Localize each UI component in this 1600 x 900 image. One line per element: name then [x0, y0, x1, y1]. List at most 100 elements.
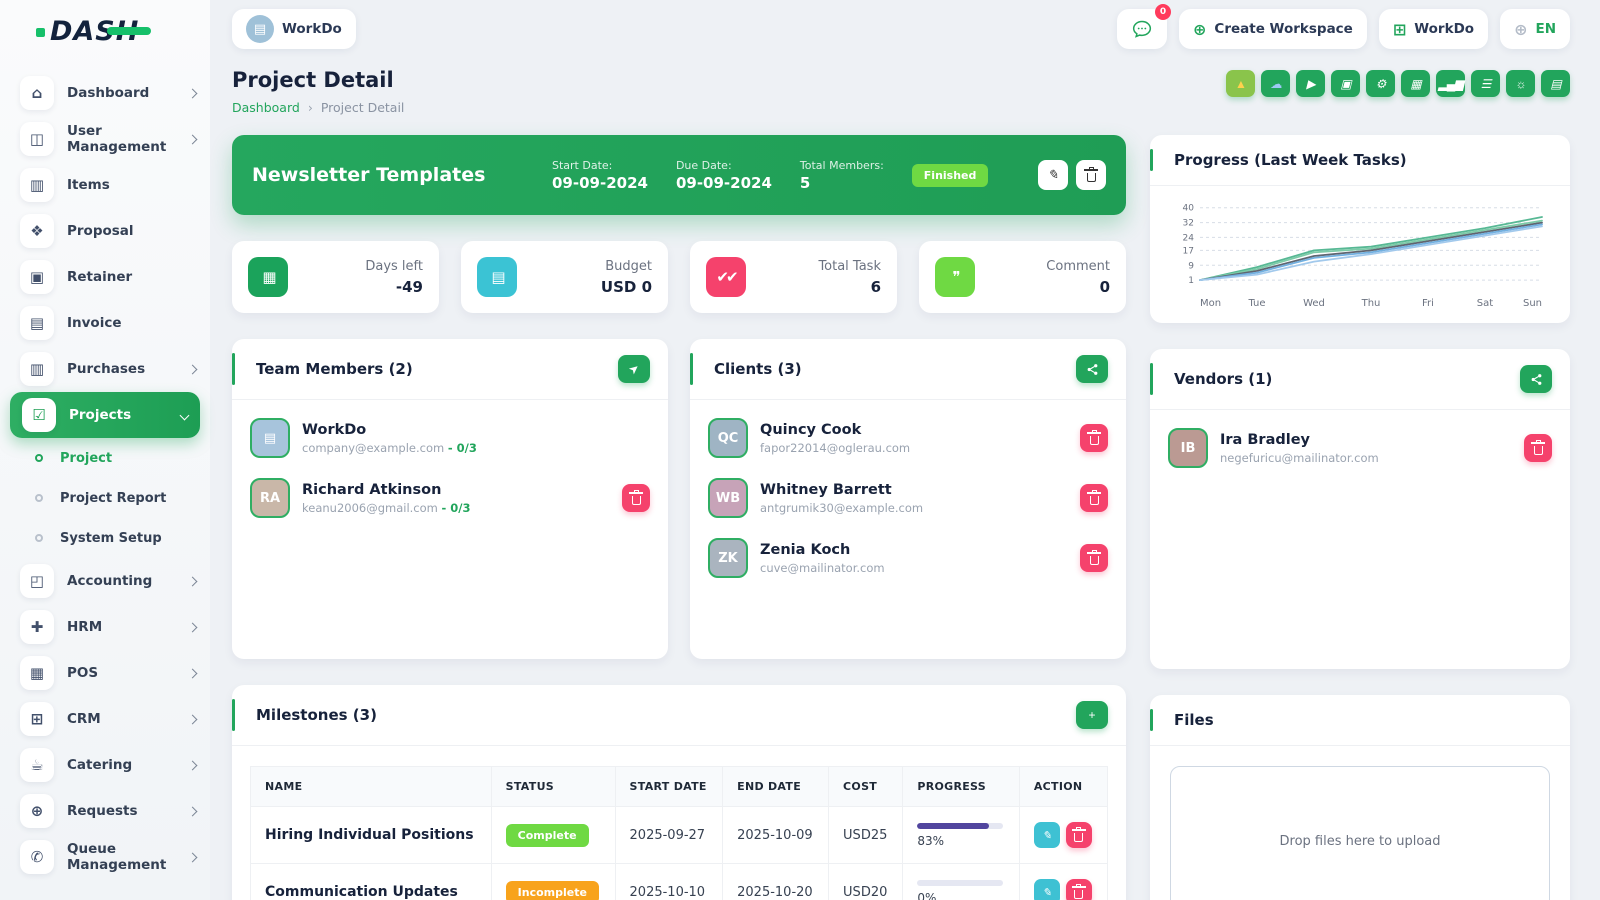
- chevron-icon: [188, 364, 198, 374]
- bar-chart-icon[interactable]: ▂▄▆: [1436, 70, 1465, 97]
- remove-client-button[interactable]: [1080, 424, 1108, 452]
- svg-text:24: 24: [1183, 233, 1195, 243]
- milestone-status-badge: Complete: [506, 824, 589, 847]
- delete-milestone-button[interactable]: [1066, 879, 1092, 900]
- remove-vendor-button[interactable]: [1524, 434, 1552, 462]
- progress-bar: [917, 880, 1003, 886]
- col-cost: COST: [829, 767, 903, 807]
- messages-button[interactable]: 0: [1117, 9, 1167, 49]
- member-name: Richard Atkinson: [302, 482, 471, 498]
- gear-icon[interactable]: ⚙: [1366, 70, 1395, 97]
- file-dropzone[interactable]: Drop files here to upload: [1170, 766, 1550, 900]
- progress-label: 83%: [917, 834, 1005, 848]
- breadcrumb-home-link[interactable]: Dashboard: [232, 100, 300, 115]
- workspace-dropdown-label: WorkDo: [1414, 21, 1474, 37]
- sidebar-item-items[interactable]: ▥ Items: [0, 162, 210, 208]
- share-clients-button[interactable]: [1076, 355, 1108, 383]
- calendar-icon[interactable]: ▦: [1401, 70, 1430, 97]
- delete-milestone-button[interactable]: [1066, 822, 1092, 848]
- chevron-icon: [188, 134, 198, 144]
- edit-milestone-button[interactable]: ✎: [1034, 822, 1060, 848]
- sidebar-item-projects[interactable]: ☑ Projects: [10, 392, 200, 438]
- stat-label: Total Task: [818, 259, 881, 274]
- svg-text:40: 40: [1183, 204, 1195, 214]
- sidebar-item-icon: ◫: [20, 122, 54, 156]
- stat-card: ▤ Budget USD 0: [461, 241, 668, 313]
- col-name: NAME: [251, 767, 492, 807]
- sidebar-item-purchases[interactable]: ▥ Purchases: [0, 346, 210, 392]
- remove-client-button[interactable]: [1080, 544, 1108, 572]
- sidebar-subitem-project[interactable]: Project: [0, 438, 210, 478]
- chat-icon: ❞: [935, 257, 975, 297]
- sidebar-item-queue-management[interactable]: ✆ Queue Management: [0, 834, 210, 880]
- project-name: Newsletter Templates: [252, 164, 552, 186]
- avatar: WB: [708, 478, 748, 518]
- stat-cards: ▦ Days left -49 ▤ Budget USD 0: [232, 241, 1126, 313]
- add-milestone-button[interactable]: +: [1076, 701, 1108, 729]
- language-selector[interactable]: ⊕ EN: [1500, 9, 1570, 49]
- video-plus-icon[interactable]: ▶: [1296, 70, 1325, 97]
- svg-text:Tue: Tue: [1247, 298, 1265, 309]
- svg-text:Thu: Thu: [1361, 298, 1381, 309]
- workspace-switcher[interactable]: ▤ WorkDo: [232, 9, 356, 49]
- sidebar-item-icon: ▥: [20, 168, 54, 202]
- delete-project-button[interactable]: [1076, 160, 1106, 190]
- team-members-card: Team Members (2) ➤ ▤ WorkDo company@ex: [232, 339, 668, 659]
- sidebar-item-catering[interactable]: ☕ Catering: [0, 742, 210, 788]
- sidebar-item-label: Dashboard: [67, 85, 189, 101]
- sidebar-item-label: Items: [67, 177, 196, 193]
- file-icon[interactable]: ▤: [1541, 70, 1570, 97]
- sidebar-item-user-management[interactable]: ◫ User Management: [0, 116, 210, 162]
- brand-logo[interactable]: DASH: [0, 0, 210, 62]
- avatar: RA: [250, 478, 290, 518]
- member-email: company@example.com - 0/3: [302, 441, 477, 455]
- sidebar-item-crm[interactable]: ⊞ CRM: [0, 696, 210, 742]
- milestone-end: 2025-10-20: [723, 864, 829, 900]
- sidebar-item-icon: ✚: [20, 610, 54, 644]
- stat-label: Days left: [365, 259, 423, 274]
- clients-title: Clients (3): [708, 360, 802, 378]
- vendor-email: negefuricu@mailinator.com: [1220, 451, 1379, 465]
- kanban-icon[interactable]: ☰: [1471, 70, 1500, 97]
- workspace-dropdown[interactable]: ⊞ WorkDo: [1379, 9, 1488, 49]
- edit-milestone-button[interactable]: ✎: [1034, 879, 1060, 900]
- sidebar-item-icon: ⊕: [20, 794, 54, 828]
- sidebar-item-requests[interactable]: ⊕ Requests: [0, 788, 210, 834]
- google-drive-icon[interactable]: ▲: [1226, 70, 1255, 97]
- sidebar-subitem-project-report[interactable]: Project Report: [0, 478, 210, 518]
- remove-client-button[interactable]: [1080, 484, 1108, 512]
- remove-member-button[interactable]: [622, 484, 650, 512]
- milestones-table: NAME STATUS START DATE END DATE COST PRO…: [250, 766, 1108, 900]
- breadcrumb-current: Project Detail: [321, 100, 405, 115]
- sidebar-item-accounting[interactable]: ◰ Accounting: [0, 558, 210, 604]
- onedrive-icon[interactable]: ☁: [1261, 70, 1290, 97]
- invite-member-button[interactable]: ➤: [618, 355, 650, 383]
- sidebar-subitem-system-setup[interactable]: System Setup: [0, 518, 210, 558]
- sidebar-item-invoice[interactable]: ▤ Invoice: [0, 300, 210, 346]
- sidebar-item-pos[interactable]: ▦ POS: [0, 650, 210, 696]
- client-name: Quincy Cook: [760, 422, 910, 438]
- share-vendors-button[interactable]: [1520, 365, 1552, 393]
- sidebar-item-icon: ✆: [20, 840, 54, 874]
- sidebar-item-dashboard[interactable]: ⌂ Dashboard: [0, 70, 210, 116]
- sidebar-item-retainer[interactable]: ▣ Retainer: [0, 254, 210, 300]
- milestone-status-badge: Incomplete: [506, 881, 599, 900]
- sidebar-item-hrm[interactable]: ✚ HRM: [0, 604, 210, 650]
- copy-icon[interactable]: ▣: [1331, 70, 1360, 97]
- milestone-cost: USD20: [829, 864, 903, 900]
- main-content: Project Detail Dashboard › Project Detai…: [210, 58, 1600, 900]
- sidebar-item-label: POS: [67, 665, 189, 681]
- submenu-bullet-icon: [35, 534, 43, 542]
- settings-icon[interactable]: ☼: [1506, 70, 1535, 97]
- sidebar-item-proposal[interactable]: ❖ Proposal: [0, 208, 210, 254]
- sidebar-item-icon: ☑: [22, 398, 56, 432]
- project-banner: Newsletter Templates Start Date: 09-09-2…: [232, 135, 1126, 215]
- chevron-icon: [188, 668, 198, 678]
- create-workspace-button[interactable]: ⊕ Create Workspace: [1179, 9, 1367, 49]
- stat-card: ▦ Days left -49: [232, 241, 439, 313]
- member-row: ▤ WorkDo company@example.com - 0/3: [250, 418, 650, 458]
- language-label: EN: [1535, 21, 1556, 37]
- edit-project-button[interactable]: ✎: [1038, 160, 1068, 190]
- pencil-icon: ✎: [1042, 829, 1051, 842]
- col-action: ACTION: [1019, 767, 1107, 807]
